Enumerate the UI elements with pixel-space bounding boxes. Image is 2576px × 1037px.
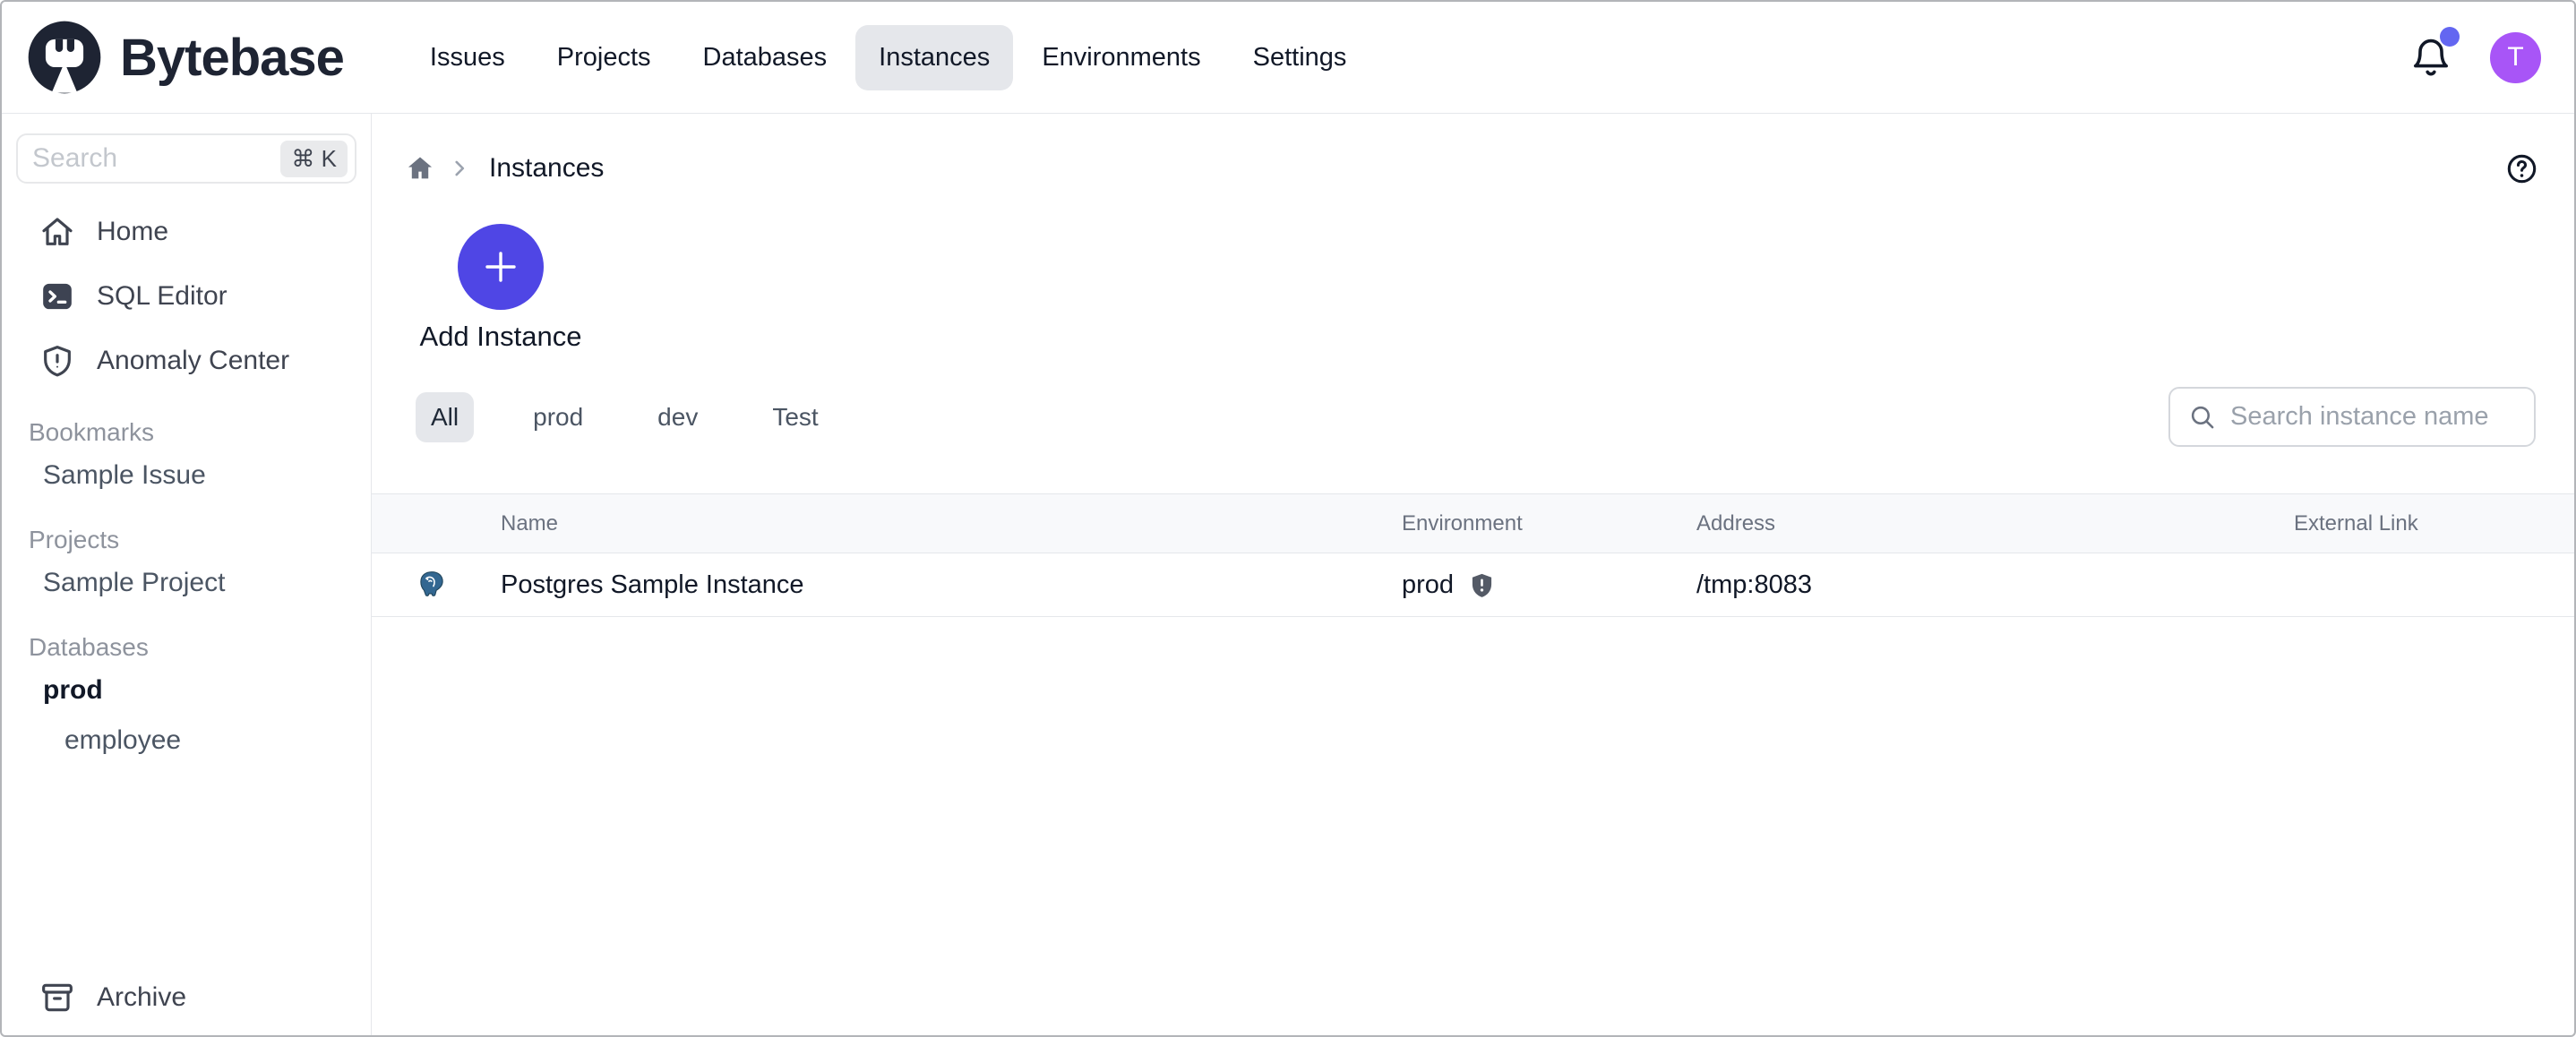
instance-toolbar: All prod dev Test — [372, 387, 2574, 447]
archive-icon — [39, 980, 75, 1016]
notification-dot — [2440, 27, 2460, 47]
sidebar-search-input[interactable] — [32, 143, 280, 174]
shield-icon — [1468, 571, 1496, 599]
sidebar-item-sql-editor[interactable]: SQL Editor — [2, 264, 371, 329]
sidebar-section-bookmarks: Bookmarks Sample Issue — [2, 415, 371, 501]
nav-item-issues[interactable]: Issues — [407, 25, 528, 90]
main-content: Instances Add Instance — [372, 114, 2574, 1035]
sidebar-item-label: SQL Editor — [97, 281, 228, 312]
sidebar-item-sample-issue[interactable]: Sample Issue — [2, 450, 371, 501]
nav-item-databases[interactable]: Databases — [680, 25, 851, 90]
brand-name: Bytebase — [120, 28, 344, 88]
environment-cell: prod — [1402, 553, 1696, 616]
add-instance-block: Add Instance — [458, 224, 544, 353]
engine-cell — [372, 553, 501, 617]
sidebar-section-projects: Projects Sample Project — [2, 522, 371, 608]
nav-item-instances[interactable]: Instances — [855, 25, 1013, 90]
instances-table: Name Environment Address External Link — [372, 493, 2574, 617]
postgres-icon — [416, 570, 447, 600]
user-avatar[interactable]: T — [2490, 32, 2541, 83]
search-shortcut-key: ⌘ K — [280, 141, 348, 177]
add-instance-label: Add Instance — [420, 321, 582, 353]
home-icon — [39, 214, 75, 250]
column-header-name: Name — [501, 494, 1402, 553]
bytebase-logo-icon — [25, 18, 104, 97]
notifications-button[interactable] — [2409, 36, 2452, 79]
section-header: Bookmarks — [2, 415, 371, 450]
nav-item-projects[interactable]: Projects — [534, 25, 674, 90]
instance-address: /tmp:8083 — [1696, 553, 2294, 617]
main-nav: Issues Projects Databases Instances Envi… — [407, 25, 1370, 90]
sidebar-item-label: Home — [97, 217, 168, 247]
tab-test[interactable]: Test — [757, 392, 833, 442]
tab-all[interactable]: All — [416, 392, 474, 442]
navbar-right: T — [2409, 32, 2541, 83]
section-header: Databases — [2, 630, 371, 665]
sidebar-item-sample-project[interactable]: Sample Project — [2, 558, 371, 608]
column-header-external-link: External Link — [2294, 494, 2574, 553]
add-instance-button[interactable] — [458, 224, 544, 310]
tab-prod[interactable]: prod — [518, 392, 598, 442]
bytebase-app: Bytebase Issues Projects Databases Insta… — [0, 0, 2576, 1037]
breadcrumb-home[interactable] — [405, 153, 435, 184]
search-icon — [2188, 403, 2216, 431]
nav-item-environments[interactable]: Environments — [1018, 25, 1224, 90]
sidebar-item-label: Anomaly Center — [97, 346, 289, 376]
instance-search — [2168, 387, 2536, 447]
sidebar-nav: Home SQL Editor Anomaly Center — [2, 200, 371, 393]
sidebar-item-anomaly-center[interactable]: Anomaly Center — [2, 329, 371, 393]
sidebar-item-archive[interactable]: Archive — [2, 969, 371, 1026]
sidebar-search: ⌘ K — [16, 133, 356, 184]
table-row[interactable]: Postgres Sample Instance prod — [372, 553, 2574, 617]
top-navbar: Bytebase Issues Projects Databases Insta… — [2, 2, 2574, 114]
section-header: Projects — [2, 522, 371, 558]
sidebar-section-databases: Databases prod employee — [2, 630, 371, 766]
help-button[interactable] — [2505, 152, 2538, 185]
column-header-engine — [372, 494, 501, 553]
tab-dev[interactable]: dev — [642, 392, 713, 442]
column-header-address: Address — [1696, 494, 2294, 553]
sidebar-item-db-employee[interactable]: employee — [2, 716, 371, 766]
table-header-row: Name Environment Address External Link — [372, 494, 2574, 553]
instance-name: Postgres Sample Instance — [501, 553, 1402, 617]
column-header-environment: Environment — [1402, 494, 1696, 553]
nav-item-settings[interactable]: Settings — [1230, 25, 1370, 90]
plus-icon — [479, 245, 522, 288]
brand-logo[interactable]: Bytebase — [25, 18, 344, 97]
chevron-right-icon — [448, 157, 471, 180]
breadcrumb: Instances — [372, 114, 2574, 184]
breadcrumb-current: Instances — [489, 153, 604, 184]
sidebar-item-env-prod[interactable]: prod — [2, 665, 371, 716]
terminal-icon — [39, 279, 75, 314]
shield-alert-icon — [39, 343, 75, 379]
home-icon — [405, 153, 435, 184]
instance-external-link — [2294, 553, 2574, 617]
sidebar: ⌘ K Home SQL Editor — [2, 114, 372, 1035]
environment-name: prod — [1402, 570, 1454, 600]
sidebar-item-label: Archive — [97, 982, 186, 1013]
instance-search-input[interactable] — [2230, 402, 2516, 432]
help-circle-icon — [2505, 152, 2538, 185]
sidebar-item-home[interactable]: Home — [2, 200, 371, 264]
